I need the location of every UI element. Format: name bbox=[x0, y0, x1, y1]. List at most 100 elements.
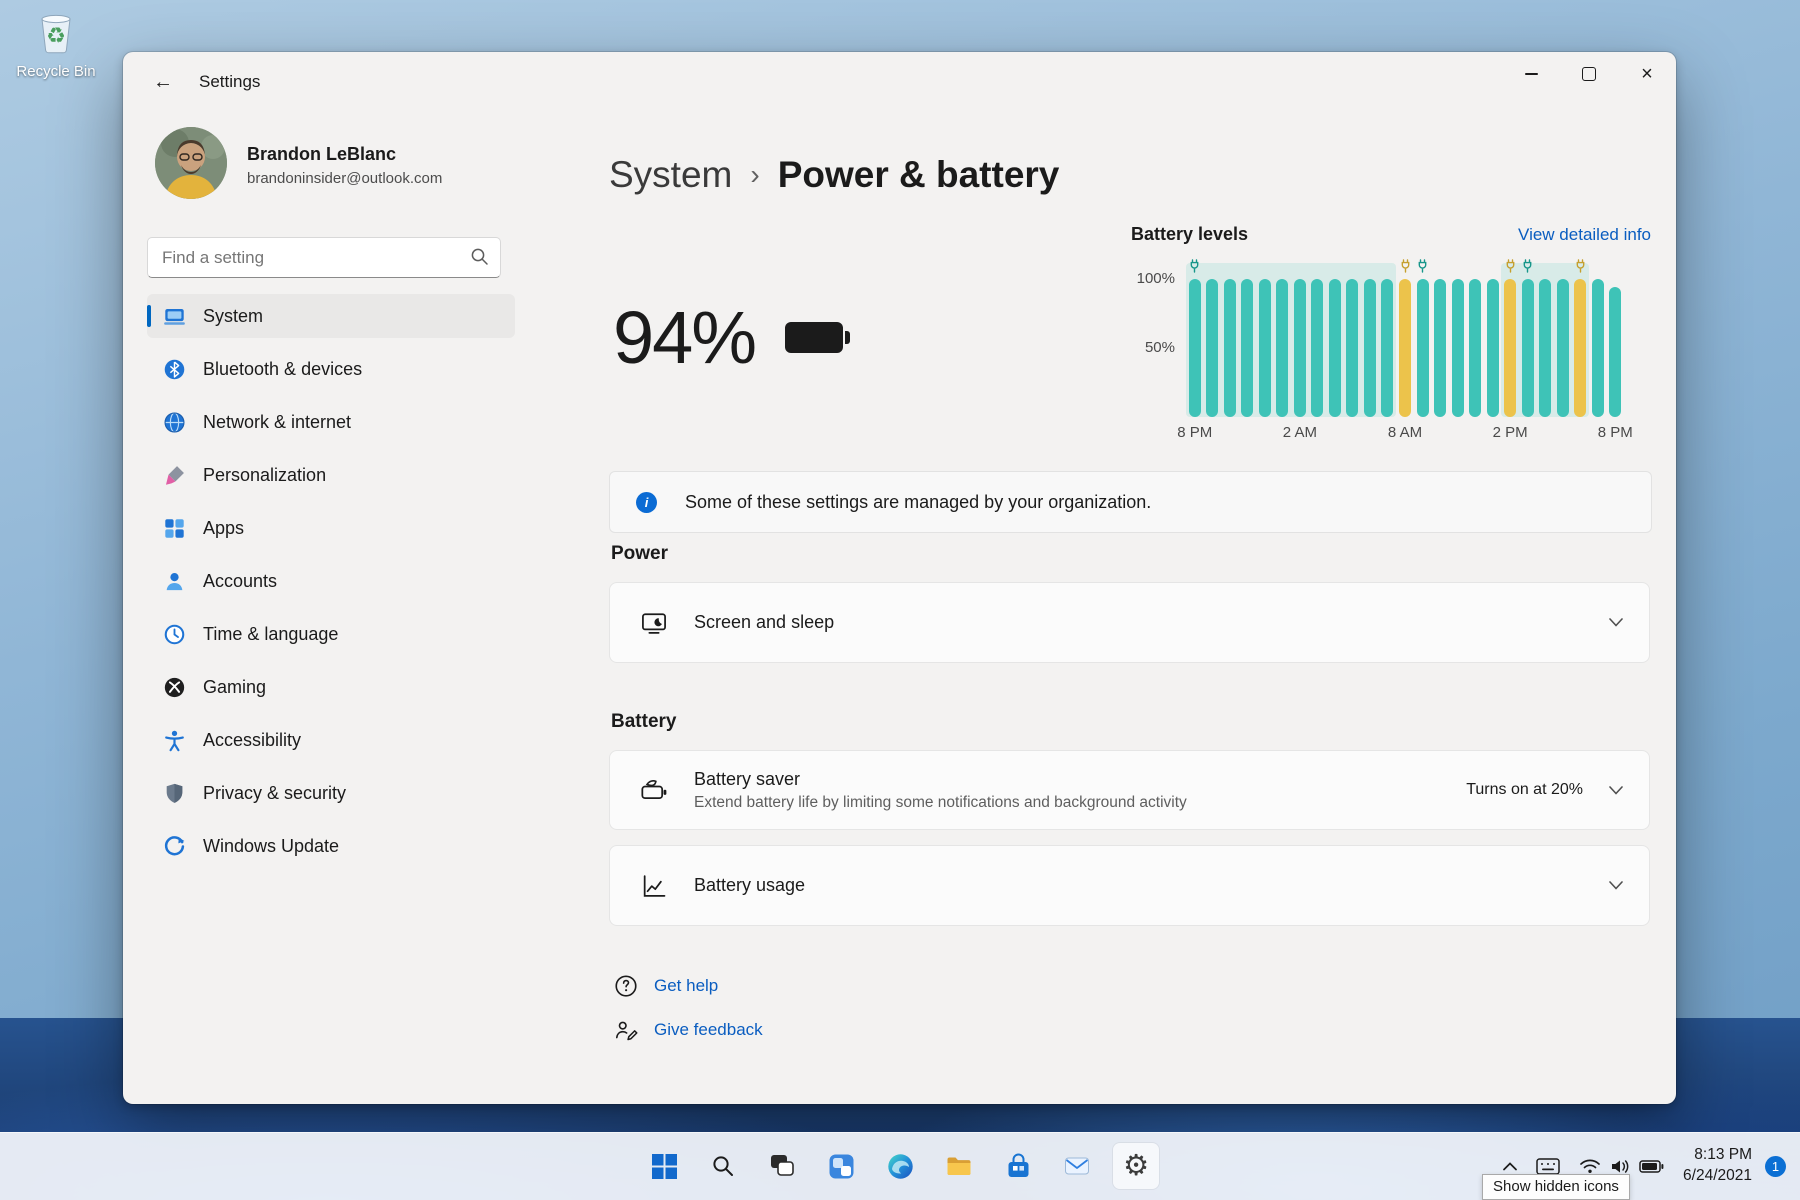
battery-level-bar bbox=[1504, 279, 1517, 417]
back-button[interactable]: ← bbox=[145, 64, 181, 100]
give-feedback-link[interactable]: Give feedback bbox=[613, 1014, 763, 1046]
minimize-icon bbox=[1524, 73, 1538, 75]
back-arrow-icon: ← bbox=[153, 70, 173, 93]
notification-badge[interactable]: 1 bbox=[1765, 1155, 1786, 1177]
battery-level-bar bbox=[1346, 279, 1359, 417]
battery-level-bar bbox=[1574, 279, 1587, 417]
search-input[interactable] bbox=[160, 238, 464, 277]
plug-teal-marker-icon bbox=[1522, 259, 1533, 273]
battery-level-bar bbox=[1416, 279, 1429, 417]
battery-level-bar bbox=[1363, 279, 1376, 417]
search-box[interactable] bbox=[147, 237, 501, 278]
chevron-up-icon bbox=[1503, 1161, 1517, 1170]
y-axis-label-50: 50% bbox=[1144, 339, 1175, 356]
widgets-icon bbox=[829, 1154, 853, 1178]
battery-usage-icon bbox=[640, 872, 668, 900]
file-explorer-button[interactable] bbox=[936, 1143, 982, 1189]
volume-icon bbox=[1612, 1159, 1629, 1173]
x-axis-label: 8 PM bbox=[1177, 424, 1213, 441]
breadcrumb-system[interactable]: System bbox=[609, 154, 732, 196]
page-title: Power & battery bbox=[777, 154, 1060, 195]
recycle-arrows-icon: ♻ bbox=[46, 23, 66, 48]
window-titlebar[interactable]: ← Settings × bbox=[123, 52, 1676, 112]
sidebar-item-apps[interactable]: Apps bbox=[147, 506, 515, 550]
selected-indicator bbox=[147, 305, 151, 327]
recycle-bin-shortcut[interactable]: ♻ Recycle Bin bbox=[14, 8, 98, 80]
settings-taskbar-button[interactable]: ⚙ bbox=[1113, 1143, 1159, 1189]
store-button[interactable] bbox=[995, 1143, 1041, 1189]
task-view-button[interactable] bbox=[759, 1143, 805, 1189]
start-button[interactable] bbox=[641, 1143, 687, 1189]
bluetooth-icon bbox=[163, 358, 186, 381]
sidebar-item-privacy-security[interactable]: Privacy & security bbox=[147, 771, 515, 815]
sidebar-item-label: Network & internet bbox=[203, 411, 352, 432]
x-axis-label: 8 AM bbox=[1387, 424, 1423, 441]
battery-saver-card[interactable]: Battery saver Extend battery life by lim… bbox=[609, 750, 1650, 830]
sidebar-item-accessibility[interactable]: Accessibility bbox=[147, 718, 515, 762]
get-help-link[interactable]: Get help bbox=[613, 970, 718, 1002]
give-feedback-label: Give feedback bbox=[654, 1020, 763, 1039]
recycle-bin-label: Recycle Bin bbox=[16, 63, 96, 80]
start-icon bbox=[651, 1153, 677, 1179]
battery-level-bar bbox=[1223, 279, 1236, 417]
close-button[interactable]: × bbox=[1618, 52, 1676, 96]
widgets-button[interactable] bbox=[818, 1143, 864, 1189]
battery-level-bar bbox=[1258, 279, 1271, 417]
battery-level-bar bbox=[1328, 279, 1341, 417]
battery-level-bar bbox=[1591, 279, 1604, 417]
sidebar-item-gaming[interactable]: Gaming bbox=[147, 665, 515, 709]
sidebar-item-label: Apps bbox=[203, 517, 245, 538]
search-icon bbox=[471, 248, 488, 265]
sidebar-item-network-internet[interactable]: Network & internet bbox=[147, 400, 515, 444]
chevron-down-icon[interactable] bbox=[1609, 785, 1623, 795]
sidebar-item-label: Gaming bbox=[203, 676, 267, 697]
sidebar-item-label: Personalization bbox=[203, 464, 327, 485]
plug-yellow-marker-icon bbox=[1505, 259, 1516, 273]
battery-icon bbox=[785, 322, 851, 353]
sidebar-item-bluetooth-devices[interactable]: Bluetooth & devices bbox=[147, 347, 515, 391]
xbox-icon bbox=[163, 676, 186, 699]
apps-grid-icon bbox=[163, 517, 186, 540]
battery-saver-description: Extend battery life by limiting some not… bbox=[694, 793, 1187, 811]
x-axis-label: 2 PM bbox=[1492, 424, 1528, 441]
plug-yellow-marker-icon bbox=[1400, 259, 1411, 273]
view-detailed-info-link[interactable]: View detailed info bbox=[1518, 225, 1651, 245]
edge-button[interactable] bbox=[877, 1143, 923, 1189]
clock-icon bbox=[163, 623, 186, 646]
clock-time: 8:13 PM bbox=[1694, 1146, 1752, 1164]
search-icon bbox=[713, 1156, 733, 1176]
taskbar-search-button[interactable] bbox=[700, 1143, 746, 1189]
screen-sleep-icon bbox=[640, 609, 668, 637]
minimize-button[interactable] bbox=[1502, 52, 1560, 96]
battery-level-bar bbox=[1539, 279, 1552, 417]
battery-level-bar bbox=[1434, 279, 1447, 417]
plug-teal-marker-icon bbox=[1189, 259, 1200, 273]
mail-icon bbox=[1065, 1157, 1089, 1175]
battery-summary: 94% bbox=[613, 295, 851, 380]
battery-level-bar bbox=[1451, 279, 1464, 417]
chart-title: Battery levels bbox=[1131, 224, 1249, 244]
battery-level-bar bbox=[1293, 279, 1306, 417]
sidebar-item-personalization[interactable]: Personalization bbox=[147, 453, 515, 497]
file-explorer-icon bbox=[947, 1157, 971, 1175]
chevron-down-icon[interactable] bbox=[1609, 881, 1623, 890]
sidebar-item-label: Accessibility bbox=[203, 729, 302, 750]
maximize-button[interactable] bbox=[1560, 52, 1618, 96]
mail-button[interactable] bbox=[1054, 1143, 1100, 1189]
sidebar-item-windows-update[interactable]: Windows Update bbox=[147, 824, 515, 868]
sidebar-item-system[interactable]: System bbox=[147, 294, 515, 338]
task-view-icon bbox=[771, 1155, 794, 1176]
sidebar-item-time-language[interactable]: Time & language bbox=[147, 612, 515, 656]
battery-level-bar bbox=[1556, 279, 1569, 417]
taskbar-clock[interactable]: 8:13 PM 6/24/2021 bbox=[1677, 1145, 1758, 1187]
chevron-down-icon[interactable] bbox=[1609, 618, 1623, 627]
battery-usage-label: Battery usage bbox=[694, 875, 806, 895]
battery-percent: 94% bbox=[613, 296, 757, 379]
sidebar-item-accounts[interactable]: Accounts bbox=[147, 559, 515, 603]
screen-and-sleep-card[interactable]: Screen and sleep bbox=[609, 582, 1650, 663]
battery-level-bar bbox=[1188, 279, 1201, 417]
battery-level-bar bbox=[1521, 279, 1534, 417]
feedback-icon bbox=[615, 1021, 638, 1041]
battery-usage-card[interactable]: Battery usage bbox=[609, 845, 1650, 926]
avatar[interactable] bbox=[155, 127, 227, 199]
